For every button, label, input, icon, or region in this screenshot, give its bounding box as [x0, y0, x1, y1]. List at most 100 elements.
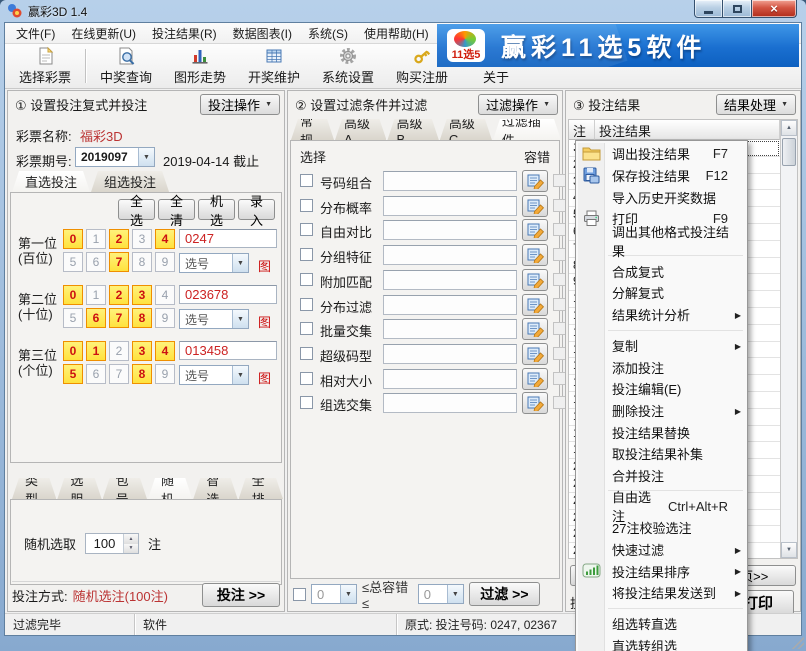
toolbar-button-系统设置[interactable]: 系统设置 [311, 44, 385, 88]
menu-item-合并投注[interactable]: 合并投注 [577, 465, 746, 487]
mode-tab-全排[interactable]: 全排 [239, 478, 283, 499]
bet-actions-menu-button[interactable]: 投注操作 [200, 94, 280, 115]
menu-item-删除投注[interactable]: 删除投注▶ [577, 400, 746, 422]
chevron-down-icon[interactable] [232, 254, 248, 272]
menu-item-复制[interactable]: 复制▶ [577, 335, 746, 357]
digit-cell-7[interactable]: 7 [109, 308, 129, 328]
digit-cell-3[interactable]: 3 [132, 285, 152, 305]
digit-chart-link[interactable]: 图 [258, 312, 271, 331]
filter-input[interactable] [383, 369, 517, 389]
random-count-stepper[interactable]: 100 ▲▼ [85, 533, 139, 554]
filter-checkbox[interactable] [300, 199, 313, 212]
digit-cell-5[interactable]: 5 [63, 364, 83, 384]
menu-item-27注校验选注[interactable]: 27注校验选注 [577, 517, 746, 539]
menu-item-保存投注结果[interactable]: 保存投注结果F12 [577, 165, 746, 187]
menu-item-将投注结果发送到[interactable]: 将投注结果发送到▶ [577, 582, 746, 604]
digit-cell-0[interactable]: 0 [63, 341, 83, 361]
menubar-item-1[interactable]: 文件(F) [8, 23, 63, 44]
filter-edit-button[interactable] [522, 392, 548, 414]
filter-checkbox[interactable] [300, 372, 313, 385]
digit-button-机选[interactable]: 机选 [198, 199, 235, 220]
toolbar-button-中奖查询[interactable]: 中奖查询 [89, 44, 163, 88]
filter-checkbox[interactable] [300, 248, 313, 261]
digit-cell-9[interactable]: 9 [155, 364, 175, 384]
filter-edit-button[interactable] [522, 368, 548, 390]
menu-item-分解复式[interactable]: 分解复式 [577, 282, 746, 304]
digit-cell-1[interactable]: 1 [86, 341, 106, 361]
filter-input[interactable] [383, 319, 517, 339]
menu-item-自由选注[interactable]: 自由选注Ctrl+Alt+R [577, 495, 746, 517]
digit-cell-4[interactable]: 4 [155, 341, 175, 361]
column-header-result[interactable]: 投注结果 [595, 120, 780, 140]
column-header-index[interactable]: 注号 [569, 120, 595, 140]
digit-cell-9[interactable]: 9 [155, 252, 175, 272]
minimize-button[interactable] [694, 0, 723, 18]
digit-cell-8[interactable]: 8 [132, 364, 152, 384]
filter-actions-menu-button[interactable]: 过滤操作 [478, 94, 558, 115]
toolbar-button-图形走势[interactable]: 图形走势 [163, 44, 237, 88]
digit-cell-9[interactable]: 9 [155, 308, 175, 328]
filter-checkbox[interactable] [300, 347, 313, 360]
digit-cell-3[interactable]: 3 [132, 341, 152, 361]
menu-item-取投注结果补集[interactable]: 取投注结果补集 [577, 443, 746, 465]
menu-item-投注编辑(E)[interactable]: 投注编辑(E) [577, 378, 746, 400]
digit-cell-6[interactable]: 6 [86, 308, 106, 328]
digit-input[interactable]: 023678 [179, 285, 277, 304]
filter-edit-button[interactable] [522, 195, 548, 217]
digit-button-录入[interactable]: 录入 [238, 199, 275, 220]
menubar-item-3[interactable]: 投注结果(R) [144, 23, 225, 44]
digit-cell-1[interactable]: 1 [86, 285, 106, 305]
toolbar-button-开奖维护[interactable]: 开奖维护 [237, 44, 311, 88]
maximize-button[interactable] [723, 0, 751, 18]
digit-cell-1[interactable]: 1 [86, 229, 106, 249]
bet-submit-button[interactable]: 投注 >> [202, 583, 280, 607]
filter-edit-button[interactable] [522, 294, 548, 316]
toolbar-button-选择彩票[interactable]: 选择彩票 [8, 44, 82, 88]
digit-input[interactable]: 013458 [179, 341, 277, 360]
filter-input[interactable] [383, 270, 517, 290]
select-method-combobox[interactable]: 选号 [179, 365, 249, 385]
filter-input[interactable] [383, 344, 517, 364]
filter-tab-高级A[interactable]: 高级A [335, 119, 386, 140]
digit-cell-7[interactable]: 7 [109, 252, 129, 272]
digit-button-全选[interactable]: 全选 [118, 199, 155, 220]
filter-input[interactable] [383, 171, 517, 191]
digit-chart-link[interactable]: 图 [258, 256, 271, 275]
total-tolerance-checkbox[interactable] [293, 588, 306, 601]
tab-组选投注[interactable]: 组选投注 [91, 171, 169, 192]
tolerance-min-combobox[interactable]: 0 [311, 584, 357, 604]
result-scrollbar[interactable]: ▲ ▼ [780, 120, 797, 558]
filter-tab-过滤插件[interactable]: 过滤插件 [493, 119, 561, 140]
filter-input[interactable] [383, 295, 517, 315]
digit-cell-4[interactable]: 4 [155, 229, 175, 249]
brand-banner[interactable]: 11选5 赢彩11选5软件 [437, 24, 799, 67]
digit-cell-5[interactable]: 5 [63, 252, 83, 272]
digit-button-全清[interactable]: 全清 [158, 199, 195, 220]
digit-cell-2[interactable]: 2 [109, 229, 129, 249]
menu-item-添加投注[interactable]: 添加投注 [577, 356, 746, 378]
resize-grip[interactable] [792, 637, 804, 649]
stepper-down-icon[interactable]: ▼ [124, 544, 138, 554]
result-actions-menu-button[interactable]: 结果处理 [716, 94, 796, 115]
scroll-up-icon[interactable]: ▲ [781, 120, 797, 136]
filter-edit-button[interactable] [522, 170, 548, 192]
menu-item-组选转直选[interactable]: 组选转直选 [577, 613, 746, 635]
filter-tab-常规[interactable]: 常规 [291, 119, 334, 140]
digit-chart-link[interactable]: 图 [258, 368, 271, 387]
digit-cell-7[interactable]: 7 [109, 364, 129, 384]
chevron-down-icon[interactable] [447, 585, 463, 603]
digit-cell-5[interactable]: 5 [63, 308, 83, 328]
menu-item-调出投注结果[interactable]: 调出投注结果F7 [577, 143, 746, 165]
menubar-item-6[interactable]: 使用帮助(H) [356, 23, 437, 44]
chevron-down-icon[interactable] [138, 148, 154, 166]
digit-cell-2[interactable]: 2 [109, 285, 129, 305]
digit-cell-0[interactable]: 0 [63, 229, 83, 249]
title-bar[interactable]: 赢彩3D 1.4 × [0, 0, 806, 22]
stepper-up-icon[interactable]: ▲ [124, 534, 138, 544]
filter-edit-button[interactable] [522, 244, 548, 266]
select-method-combobox[interactable]: 选号 [179, 309, 249, 329]
select-method-combobox[interactable]: 选号 [179, 253, 249, 273]
digit-cell-4[interactable]: 4 [155, 285, 175, 305]
tab-直选投注[interactable]: 直选投注 [12, 171, 90, 192]
chevron-down-icon[interactable] [340, 585, 356, 603]
